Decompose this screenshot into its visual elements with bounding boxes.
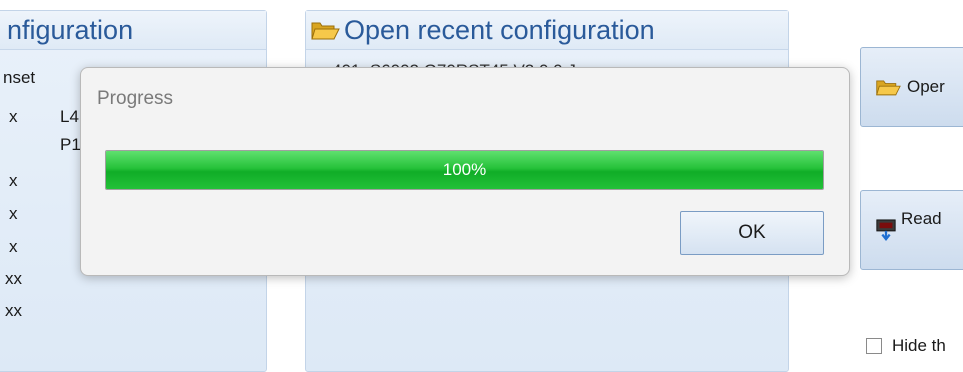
list-item[interactable]: x [9, 171, 18, 191]
recent-configuration-panel-header: Open recent configuration [306, 11, 788, 50]
list-item[interactable]: x [9, 237, 18, 257]
open-button-label: Oper [907, 77, 945, 96]
folder-open-icon [876, 80, 901, 96]
list-item[interactable]: L4 [60, 107, 79, 127]
folder-open-icon [311, 22, 340, 40]
progress-dialog: Progress 100% OK [80, 67, 850, 276]
progress-bar: 100% [105, 150, 824, 190]
read-button[interactable]: Read [860, 190, 963, 270]
recent-configuration-title: Open recent configuration [344, 14, 655, 45]
download-chip-icon [876, 219, 896, 242]
read-button-label: Read [901, 209, 942, 228]
hide-option[interactable]: Hide th [866, 336, 946, 356]
list-item[interactable]: x [9, 204, 18, 224]
open-button[interactable]: Oper [860, 47, 963, 127]
hide-checkbox[interactable] [866, 338, 882, 354]
list-item[interactable]: nset [3, 68, 35, 88]
dialog-title: Progress [97, 88, 174, 109]
hide-label: Hide th [892, 336, 946, 355]
list-item[interactable]: x [9, 107, 18, 127]
ok-button[interactable]: OK [680, 211, 824, 255]
configuration-panel-title: nfiguration [7, 14, 134, 45]
progress-text: 100% [442, 160, 487, 179]
configuration-panel-header: nfiguration [0, 11, 266, 50]
list-item[interactable]: xx [5, 301, 22, 321]
list-item[interactable]: xx [5, 269, 22, 289]
list-item[interactable]: P1 [60, 135, 81, 155]
